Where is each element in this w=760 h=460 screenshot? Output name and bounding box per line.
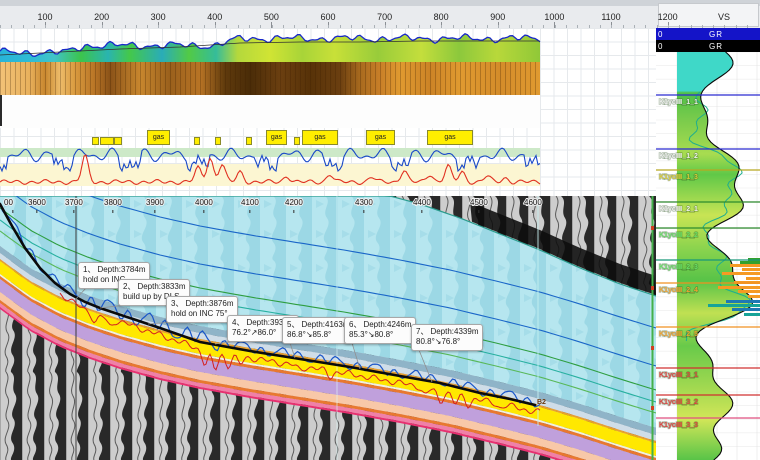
depth-scale-label: 4500 xyxy=(470,198,488,207)
depth-scale-label: 3700 xyxy=(65,198,83,207)
formation-top-label: K1ycⅢ_3_1 xyxy=(659,372,698,379)
depth-scale-tick xyxy=(73,210,75,213)
annotation-callout[interactable]: 7、Depth:4339m80.8°↘76.8° xyxy=(411,324,483,351)
show-bar xyxy=(722,272,760,275)
depth-scale-label: 4000 xyxy=(195,198,213,207)
depth-scale-label: 4300 xyxy=(355,198,373,207)
annotation-number: 6、 xyxy=(349,320,361,329)
depth-scale-tick xyxy=(203,210,205,213)
show-bar xyxy=(730,264,760,267)
log-curves-svg xyxy=(0,28,656,196)
formation-top-label: K1ycⅢ_1_1 xyxy=(659,99,698,106)
depth-scale-tick xyxy=(12,210,14,213)
formation-top-label: K1ycⅢ_2_3 xyxy=(659,264,698,271)
ruler-label: 1100 xyxy=(601,12,620,22)
ruler-unit-label: VS xyxy=(718,12,730,22)
divider-marker xyxy=(651,226,654,230)
gr-title: GR xyxy=(672,30,760,39)
ruler-label: 900 xyxy=(490,12,505,22)
depth-scale-label: 4100 xyxy=(241,198,259,207)
log-track-panel[interactable]: gasgasgasgasgas 72.871.079.987.185.486.3… xyxy=(0,28,656,196)
annotation-line1: 3、Depth:3876m xyxy=(171,299,233,309)
formation-top-label: K1ycⅢ_2_2 xyxy=(659,232,698,239)
annotation-line1: 7、Depth:4339m xyxy=(416,327,478,337)
geosteering-app: VS 100 200 300 400 500 600 700 800 900 1000 1100 12… xyxy=(0,0,760,460)
formation-top-label: K1ycⅢ_2_4 xyxy=(659,287,698,294)
gr-header-black: 0 GR xyxy=(656,40,760,52)
ruler-label: 700 xyxy=(377,12,392,22)
formation-top-label: K1ycⅢ_2_5 xyxy=(659,331,698,338)
formation-top-label: K1ycⅢ_3_3 xyxy=(659,422,698,429)
depth-scale-label: 3800 xyxy=(104,198,122,207)
annotation-line2: hold on INC 75° xyxy=(171,309,233,319)
annotation-number: 5、 xyxy=(287,320,299,329)
gr-fill xyxy=(0,34,540,62)
annotation-number: 7、 xyxy=(416,327,428,336)
ruler-label: 1000 xyxy=(544,12,564,22)
depth-scale-tick xyxy=(532,210,534,213)
gr-header-blue: 0 GR xyxy=(656,28,760,40)
show-bar xyxy=(726,300,760,303)
depth-scale-label: 00 xyxy=(4,198,13,207)
show-bar xyxy=(738,290,760,293)
show-bar xyxy=(740,261,760,264)
depth-scale-tick xyxy=(36,210,38,213)
divider-marker xyxy=(651,406,654,410)
gr-reference-panel[interactable]: 0 GR 0 GR K1ycⅢ_1_1K1ycⅢ_1_2K1ycⅢ_1_3K1y… xyxy=(656,28,760,460)
target-label: B2 xyxy=(537,399,546,406)
annotation-number: 3、 xyxy=(171,299,183,308)
annotation-callout[interactable]: 6、Depth:4246m85.3°↘80.8° xyxy=(344,317,416,344)
ruler-label: 200 xyxy=(94,12,109,22)
panel-divider-strip xyxy=(652,196,654,460)
show-bar xyxy=(732,308,760,311)
show-bar xyxy=(718,286,760,289)
ruler-label: 500 xyxy=(264,12,279,22)
divider-marker xyxy=(651,286,654,290)
ruler-label: 600 xyxy=(320,12,335,22)
annotation-line1: 2、Depth:3833m xyxy=(123,282,185,292)
annotation-number: 2、 xyxy=(123,282,135,291)
show-bar xyxy=(742,268,760,271)
annotation-number: 4、 xyxy=(232,318,244,327)
depth-scale-tick xyxy=(154,210,156,213)
depth-scale-tick xyxy=(112,210,114,213)
annotation-line2: 85.3°↘80.8° xyxy=(349,330,411,340)
formation-top-label: K1ycⅢ_1_3 xyxy=(659,174,698,181)
depth-scale-label: 3600 xyxy=(28,198,46,207)
annotation-line2: 86.8°↘85.8° xyxy=(287,330,349,340)
depth-scale-label: 4200 xyxy=(285,198,303,207)
show-bar xyxy=(744,313,760,316)
depth-scale-label: 4600 xyxy=(524,198,542,207)
depth-scale-tick xyxy=(421,210,423,213)
divider-marker xyxy=(651,346,654,350)
ruler-label: 300 xyxy=(151,12,166,22)
annotation-line1: 5、Depth:4163m xyxy=(287,320,349,330)
show-bar xyxy=(746,277,760,280)
depth-scale-tick xyxy=(293,210,295,213)
depth-scale-label: 4400 xyxy=(413,198,431,207)
depth-scale-label: 3900 xyxy=(146,198,164,207)
show-bar xyxy=(748,295,760,298)
gr-title: GR xyxy=(672,42,760,51)
show-bar xyxy=(708,304,760,307)
depth-scale-tick xyxy=(478,210,480,213)
formation-top-label: K1ycⅢ_2_1 xyxy=(659,206,698,213)
annotation-line1: 1、Depth:3784m xyxy=(83,265,145,275)
annotation-line1: 6、Depth:4246m xyxy=(349,320,411,330)
formation-top-label: K1ycⅢ_1_2 xyxy=(659,153,698,160)
ruler-label: 400 xyxy=(207,12,222,22)
ruler-label: 1200 xyxy=(658,12,678,22)
ruler-label: 100 xyxy=(37,12,52,22)
annotation-line2: 80.8°↘76.8° xyxy=(416,337,478,347)
ruler-label: 800 xyxy=(434,12,449,22)
formation-top-label: K1ycⅢ_3_2 xyxy=(659,399,698,406)
annotation-number: 1、 xyxy=(83,265,95,274)
vs-ruler: VS 100 200 300 400 500 600 700 800 900 1000 1100 12… xyxy=(0,0,760,29)
depth-scale-tick xyxy=(249,210,251,213)
depth-scale-tick xyxy=(363,210,365,213)
gr-min-value: 0 xyxy=(658,30,672,39)
gr-log-svg: K1ycⅢ_1_1 K1ycⅢ_1_2 K1ycⅢ_1_3 K1ycⅢ_2_1 K1yc… xyxy=(656,52,760,460)
gr-min-value: 0 xyxy=(658,42,672,51)
